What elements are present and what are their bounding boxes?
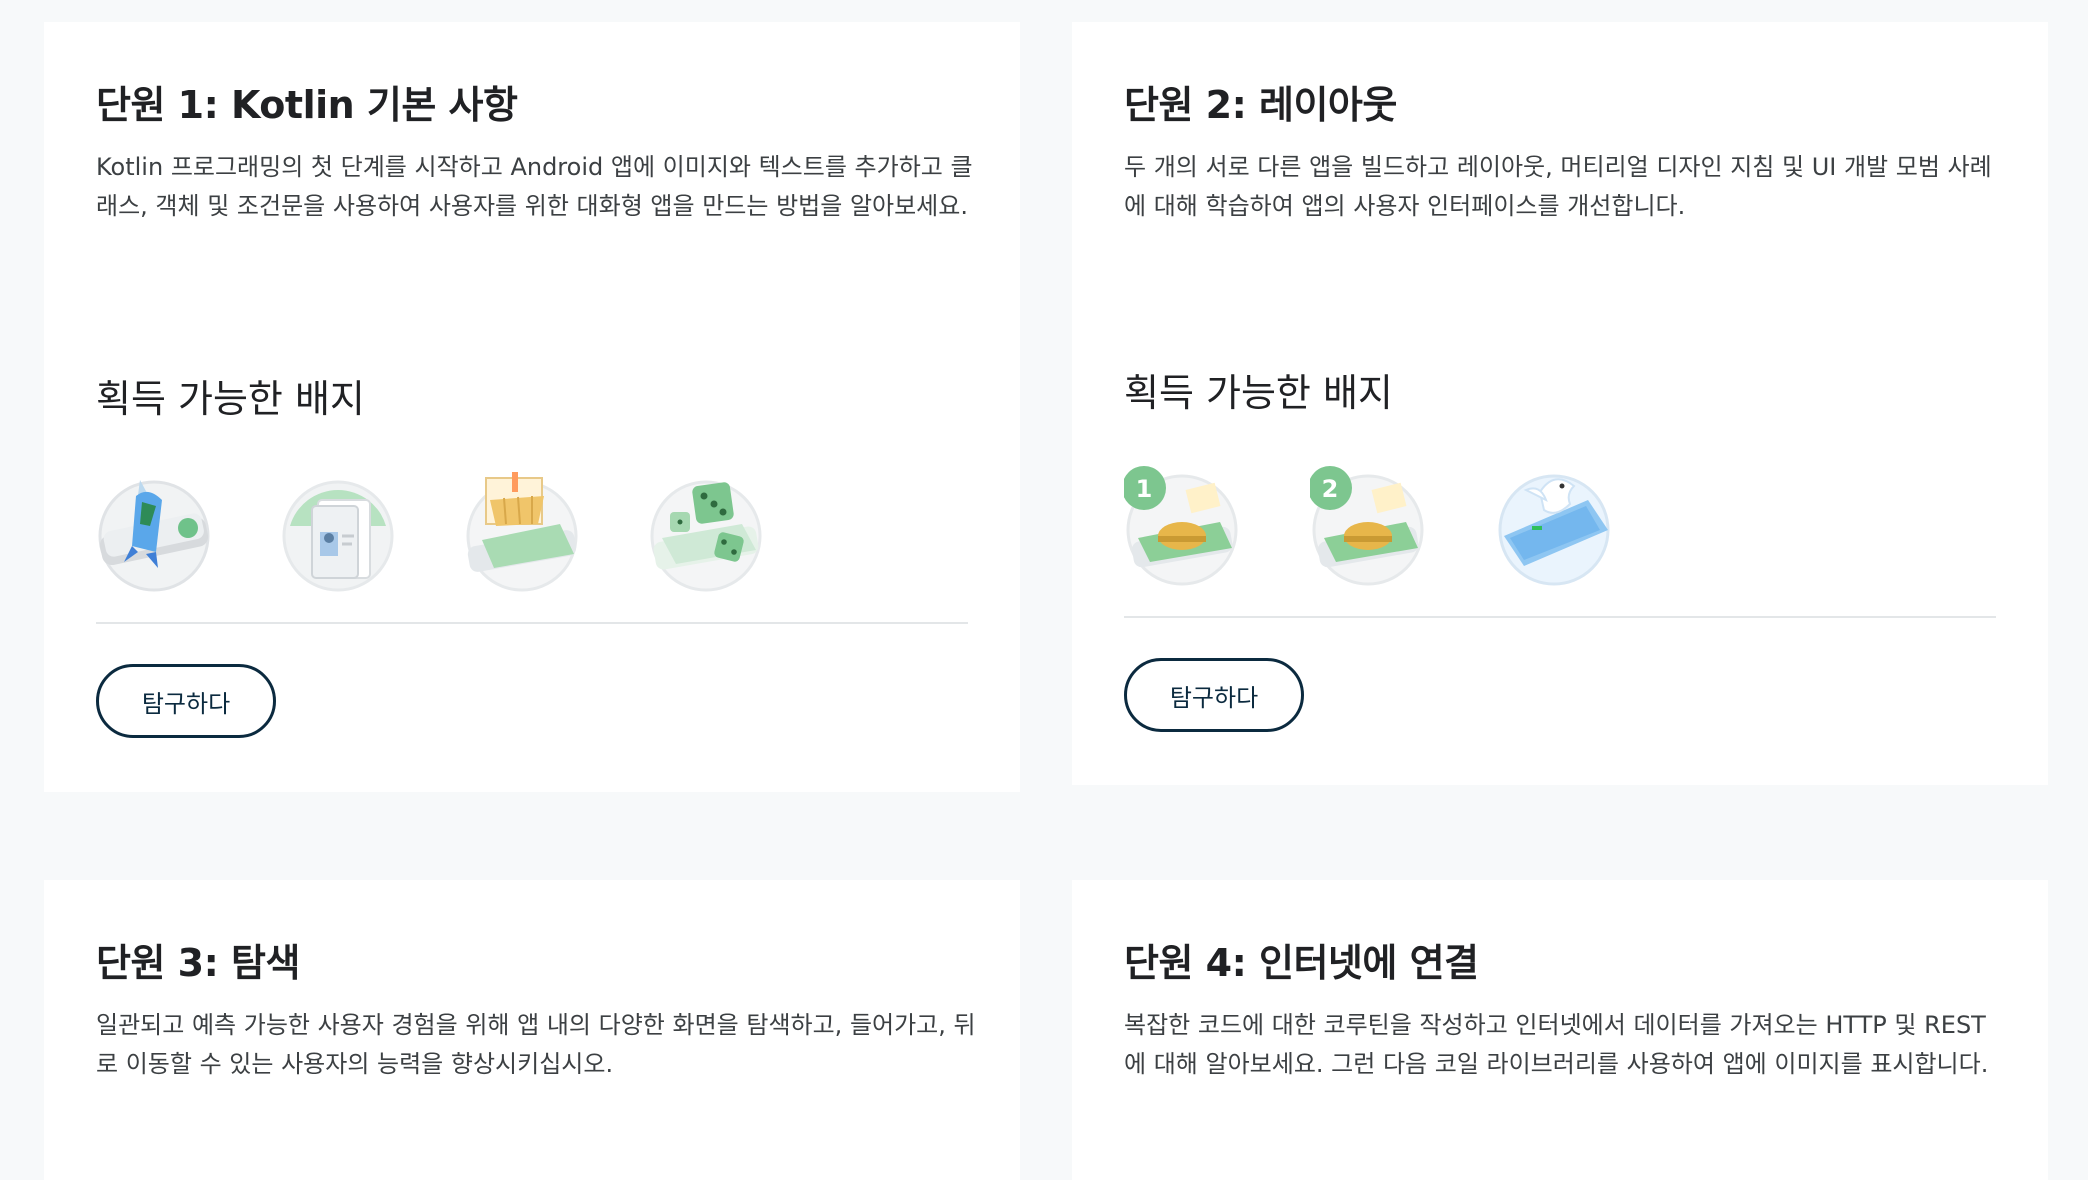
unit-description: Kotlin 프로그래밍의 첫 단계를 시작하고 Android 앱에 이미지와… <box>96 153 973 220</box>
unit-card-3: 단원 3: 탐색 일관되고 예측 가능한 사용자 경험을 위해 앱 내의 다양한… <box>44 880 1020 1180</box>
unit-description: 두 개의 서로 다른 앱을 빌드하고 레이아웃, 머티리얼 디자인 지침 및 U… <box>1124 153 1992 220</box>
badge-number: 1 <box>1136 475 1153 503</box>
badge-list: 1 2 <box>1122 460 1612 594</box>
badge-list <box>96 466 764 600</box>
tip-calculator-badge-1-icon: 1 <box>1122 460 1240 594</box>
dice-roll-badge-icon <box>648 466 764 600</box>
divider <box>1124 616 1996 618</box>
rocket-phone-badge-icon <box>96 466 212 600</box>
unit-title: 단원 2: 레이아웃 <box>1124 83 1397 127</box>
badges-heading: 획득 가능한 배지 <box>1124 371 1393 415</box>
unit-card-4: 단원 4: 인터넷에 연결 복잡한 코드에 대한 코루틴을 작성하고 인터넷에서… <box>1072 880 2048 1180</box>
explore-button[interactable]: 탐구하다 <box>96 664 276 738</box>
unit-description: 복잡한 코드에 대한 코루틴을 작성하고 인터넷에서 데이터를 가져오는 HTT… <box>1124 1011 1989 1078</box>
explore-button[interactable]: 탐구하다 <box>1124 658 1304 732</box>
badge-number: 2 <box>1322 475 1339 503</box>
unit-description: 일관되고 예측 가능한 사용자 경험을 위해 앱 내의 다양한 화면을 탐색하고… <box>96 1011 976 1078</box>
unit-card-1: 단원 1: Kotlin 기본 사항 Kotlin 프로그래밍의 첫 단계를 시… <box>44 22 1020 792</box>
profile-card-badge-icon <box>280 466 396 600</box>
unit-title: 단원 4: 인터넷에 연결 <box>1124 941 1479 985</box>
unit-card-2: 단원 2: 레이아웃 두 개의 서로 다른 앱을 빌드하고 레이아웃, 머티리얼… <box>1072 22 2048 785</box>
unit-title: 단원 1: Kotlin 기본 사항 <box>96 83 518 127</box>
unit-title: 단원 3: 탐색 <box>96 941 300 985</box>
badges-heading: 획득 가능한 배지 <box>96 377 365 421</box>
tip-calculator-badge-2-icon: 2 <box>1308 460 1426 594</box>
bird-badge-icon <box>1496 460 1612 594</box>
shopping-basket-badge-icon <box>464 466 580 600</box>
divider <box>96 622 968 624</box>
